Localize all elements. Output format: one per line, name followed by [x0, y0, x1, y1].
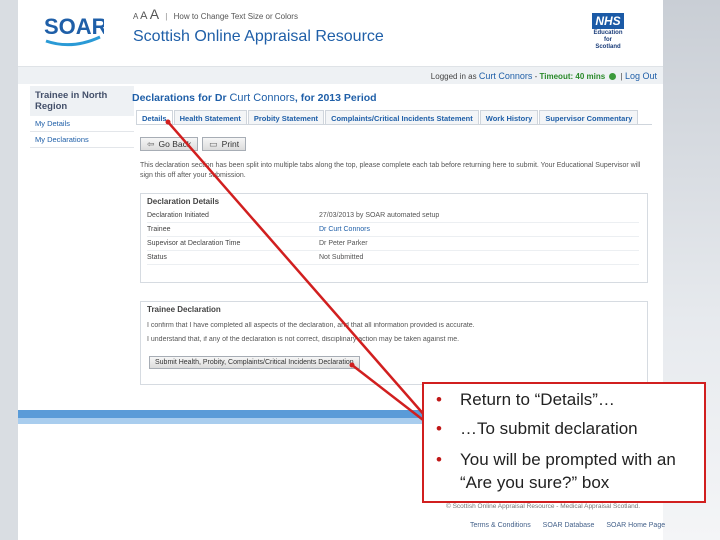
- print-label: Print: [221, 139, 240, 149]
- tab-details[interactable]: Details: [136, 110, 173, 124]
- annotation-callout: • Return to “Details”… • …To submit decl…: [422, 382, 706, 503]
- tab-health-statement[interactable]: Health Statement: [173, 110, 247, 124]
- text-size-medium[interactable]: A: [140, 10, 147, 22]
- detail-value: 27/03/2013 by SOAR automated setup: [319, 212, 440, 219]
- detail-row: Status Not Submitted: [147, 252, 639, 265]
- callout-text: …To submit declaration: [460, 419, 638, 438]
- submit-declaration-button[interactable]: Submit Health, Probity, Complaints/Criti…: [149, 356, 360, 369]
- nhs-logo-line3: Scotland: [595, 44, 621, 50]
- text-size-small[interactable]: A: [133, 12, 138, 21]
- detail-key: Status: [147, 254, 167, 261]
- footer-links: Terms & Conditions SOAR Database SOAR Ho…: [470, 522, 675, 529]
- session-timeout: Timeout: 40 mins: [539, 72, 606, 81]
- action-buttons: ⇦ Go Back ▭ Print: [140, 137, 250, 151]
- declaration-tabs: Details Health Statement Probity Stateme…: [136, 110, 639, 124]
- page-title-prefix: Declarations for Dr: [132, 92, 227, 104]
- bullet-icon: •: [436, 390, 442, 409]
- logged-in-label: Logged in as: [430, 72, 477, 81]
- nhs-logo: NHS Education for Scotland: [583, 12, 633, 56]
- login-separator: |: [620, 72, 623, 81]
- text-size-separator: |: [165, 12, 168, 21]
- main-content: Declarations for Dr Curt Connors, for 20…: [130, 86, 660, 406]
- back-arrow-icon: ⇦: [147, 138, 155, 149]
- declaration-details-box: Declaration Details Declaration Initiate…: [140, 193, 648, 283]
- tab-work-history[interactable]: Work History: [479, 110, 539, 124]
- status-value: Not Submitted: [319, 254, 364, 261]
- footer-link-database[interactable]: SOAR Database: [543, 522, 595, 529]
- go-back-label: Go Back: [158, 139, 192, 149]
- session-ok-icon: [609, 73, 617, 81]
- soar-logo[interactable]: SOAR: [42, 10, 104, 50]
- sidebar: Trainee in North Region My Details My De…: [30, 86, 134, 148]
- nhs-logo-mark: NHS: [592, 13, 624, 29]
- declaration-details-title: Declaration Details: [147, 197, 220, 206]
- nhs-logo-line2: for: [604, 37, 612, 43]
- bullet-icon: •: [436, 419, 442, 438]
- soar-logo-text: SOAR: [44, 14, 104, 39]
- page-title-name: Curt Connors: [229, 92, 295, 104]
- detail-row: Declaration Initiated 27/03/2013 by SOAR…: [147, 210, 639, 223]
- instructions-text: This declaration section has been split …: [140, 162, 641, 179]
- tab-probity-statement[interactable]: Probity Statement: [247, 110, 325, 124]
- go-back-button[interactable]: ⇦ Go Back: [140, 137, 199, 151]
- sidebar-item-my-declarations[interactable]: My Declarations: [30, 132, 134, 148]
- nhs-logo-line1: Education: [593, 30, 623, 36]
- detail-key: Supevisor at Declaration Time: [147, 240, 241, 247]
- callout-text: You will be prompted with an “Are you su…: [460, 450, 676, 492]
- footer-link-terms[interactable]: Terms & Conditions: [470, 522, 531, 529]
- trainee-declaration-box: Trainee Declaration I confirm that I hav…: [140, 301, 648, 385]
- login-bar: Logged in as Curt Connors - Timeout: 40 …: [18, 66, 663, 84]
- copyright-text: © Scottish Online Appraisal Resource - M…: [446, 503, 641, 510]
- logged-in-user: Curt Connors: [478, 71, 533, 81]
- site-header: SOAR A A A | How to Change Text Size or …: [18, 0, 663, 66]
- sidebar-region-title: Trainee in North Region: [30, 86, 134, 116]
- callout-bullet: • …To submit declaration: [432, 419, 696, 439]
- page-title-suffix: , for 2013 Period: [294, 92, 377, 104]
- tab-supervisor-commentary[interactable]: Supervisor Commentary: [539, 110, 639, 124]
- detail-row: Supevisor at Declaration Time Dr Peter P…: [147, 238, 639, 251]
- text-size-help-link[interactable]: How to Change Text Size or Colors: [174, 12, 298, 21]
- callout-bullet: • Return to “Details”…: [432, 390, 696, 410]
- trainee-declaration-title: Trainee Declaration: [147, 305, 221, 314]
- printer-icon: ▭: [209, 138, 218, 149]
- trainee-link[interactable]: Dr Curt Connors: [319, 226, 370, 233]
- detail-row: Trainee Dr Curt Connors: [147, 224, 639, 237]
- text-size-controls: A A A | How to Change Text Size or Color…: [133, 6, 298, 22]
- footer-link-home[interactable]: SOAR Home Page: [606, 522, 665, 529]
- detail-value: Dr Peter Parker: [319, 240, 368, 247]
- callout-bullet: • You will be prompted with an “Are you …: [432, 448, 696, 494]
- logout-link[interactable]: Log Out: [625, 71, 657, 81]
- sidebar-item-my-details[interactable]: My Details: [30, 116, 134, 132]
- declaration-understand-text: I understand that, if any of the declara…: [147, 336, 460, 343]
- page-title: Declarations for Dr Curt Connors, for 20…: [132, 92, 377, 104]
- declaration-confirm-text: I confirm that I have completed all aspe…: [147, 322, 475, 329]
- detail-key: Trainee: [147, 226, 171, 233]
- text-size-large[interactable]: A: [150, 6, 159, 22]
- callout-text: Return to “Details”…: [460, 390, 615, 409]
- print-button[interactable]: ▭ Print: [202, 137, 247, 151]
- tab-complaints-statement[interactable]: Complaints/Critical Incidents Statement: [325, 110, 479, 124]
- site-title: Scottish Online Appraisal Resource: [133, 28, 384, 45]
- detail-key: Declaration Initiated: [147, 212, 209, 219]
- bullet-icon: •: [436, 450, 442, 469]
- details-panel: ⇦ Go Back ▭ Print This declaration secti…: [136, 124, 652, 404]
- login-dash: -: [534, 72, 538, 81]
